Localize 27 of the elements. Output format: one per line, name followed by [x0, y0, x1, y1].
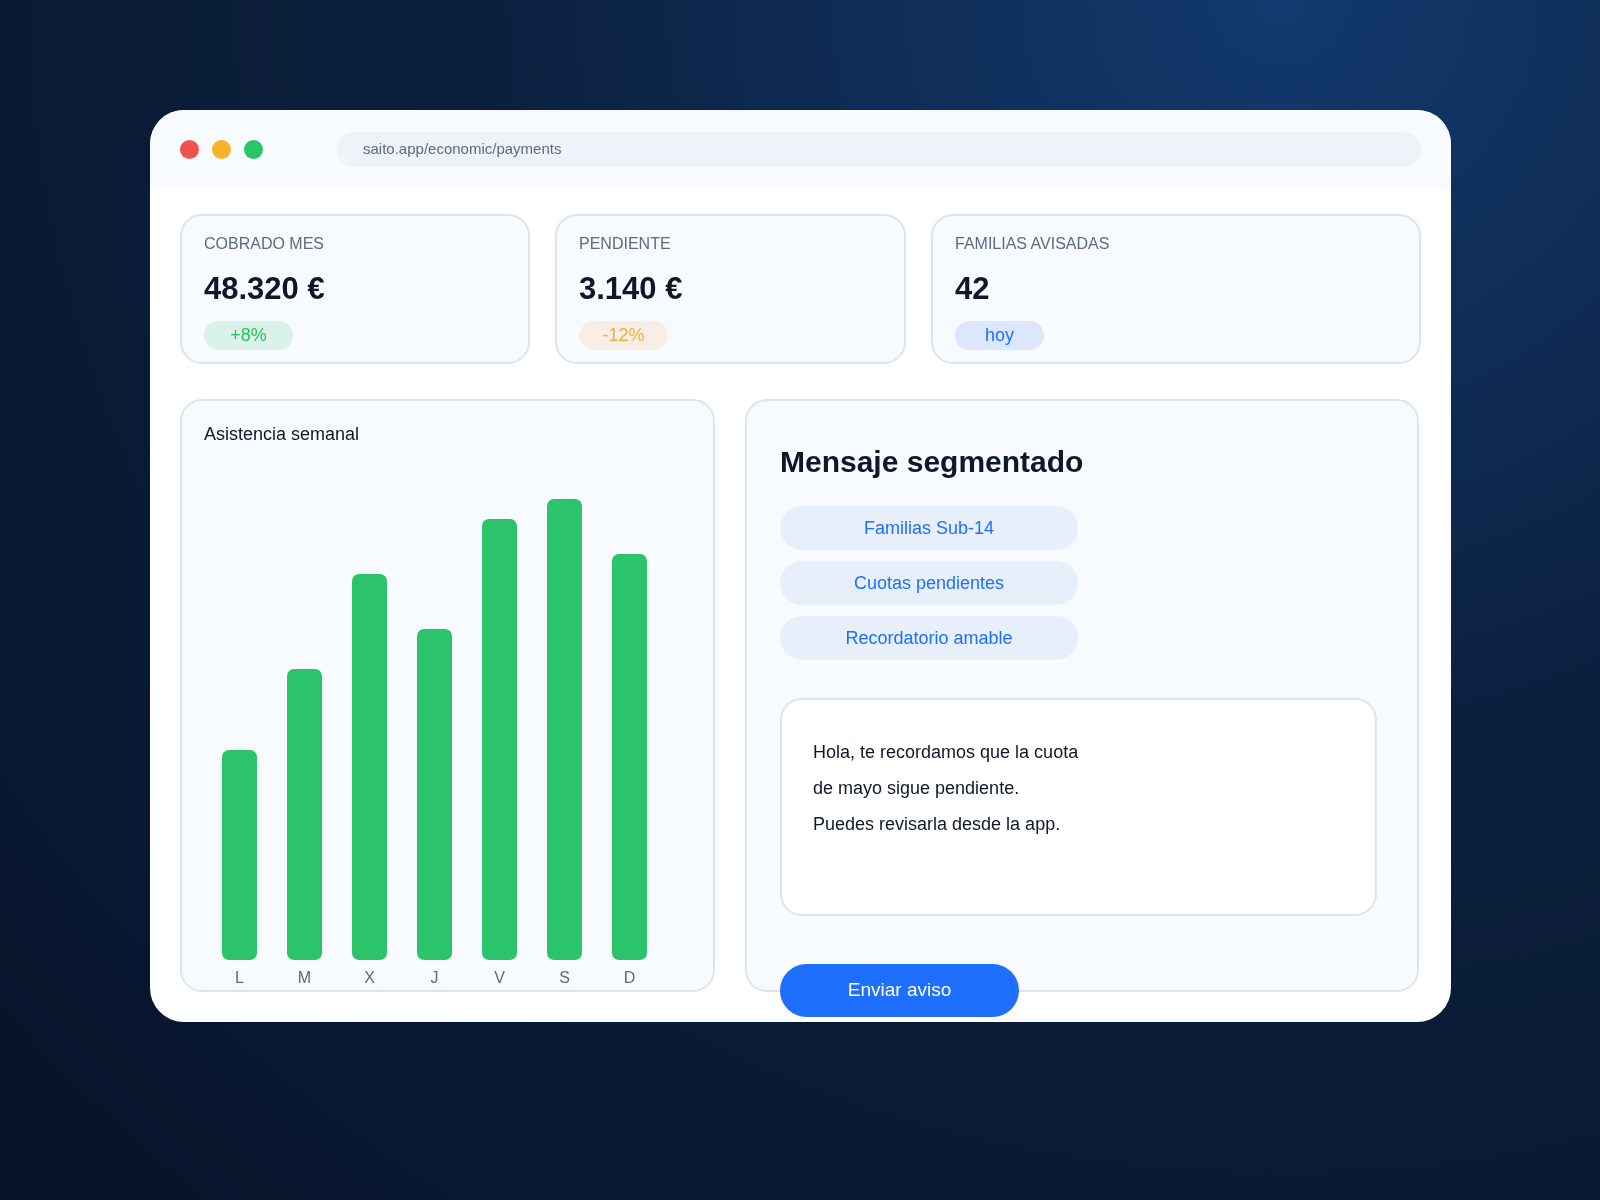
- day-label: D: [622, 968, 637, 988]
- segment-chip[interactable]: Recordatorio amable: [780, 616, 1078, 660]
- message-field[interactable]: Hola, te recordamos que la cuota de mayo sigue pendiente. Puedes revisarla desde la app.: [780, 698, 1377, 916]
- day-label: V: [493, 968, 506, 988]
- stat-label: PENDIENTE: [579, 234, 671, 254]
- maximize-icon[interactable]: [244, 140, 263, 159]
- address-bar[interactable]: saito.app/economic/payments: [337, 132, 1421, 167]
- stat-badge: hoy: [955, 320, 1044, 350]
- day-label: M: [296, 968, 313, 988]
- segment-chip[interactable]: Cuotas pendientes: [780, 561, 1078, 605]
- send-button[interactable]: Enviar aviso: [780, 964, 1019, 1017]
- panel-title: Mensaje segmentado: [780, 444, 1085, 480]
- day-label: J: [429, 968, 440, 988]
- day-label: X: [363, 968, 376, 988]
- stat-badge: -12%: [579, 320, 668, 350]
- chart-title: Asistencia semanal: [204, 423, 361, 446]
- stat-badge: +8%: [204, 320, 293, 350]
- stat-value: 48.320 €: [204, 270, 325, 308]
- stat-label: FAMILIAS AVISADAS: [955, 234, 1110, 254]
- close-icon[interactable]: [180, 140, 199, 159]
- stat-value: 3.140 €: [579, 270, 683, 308]
- day-label: S: [558, 968, 571, 988]
- minimize-icon[interactable]: [212, 140, 231, 159]
- day-label: L: [234, 968, 245, 988]
- stat-value: 42: [955, 270, 990, 308]
- segment-chip[interactable]: Familias Sub-14: [780, 506, 1078, 550]
- stat-label: COBRADO MES: [204, 234, 324, 254]
